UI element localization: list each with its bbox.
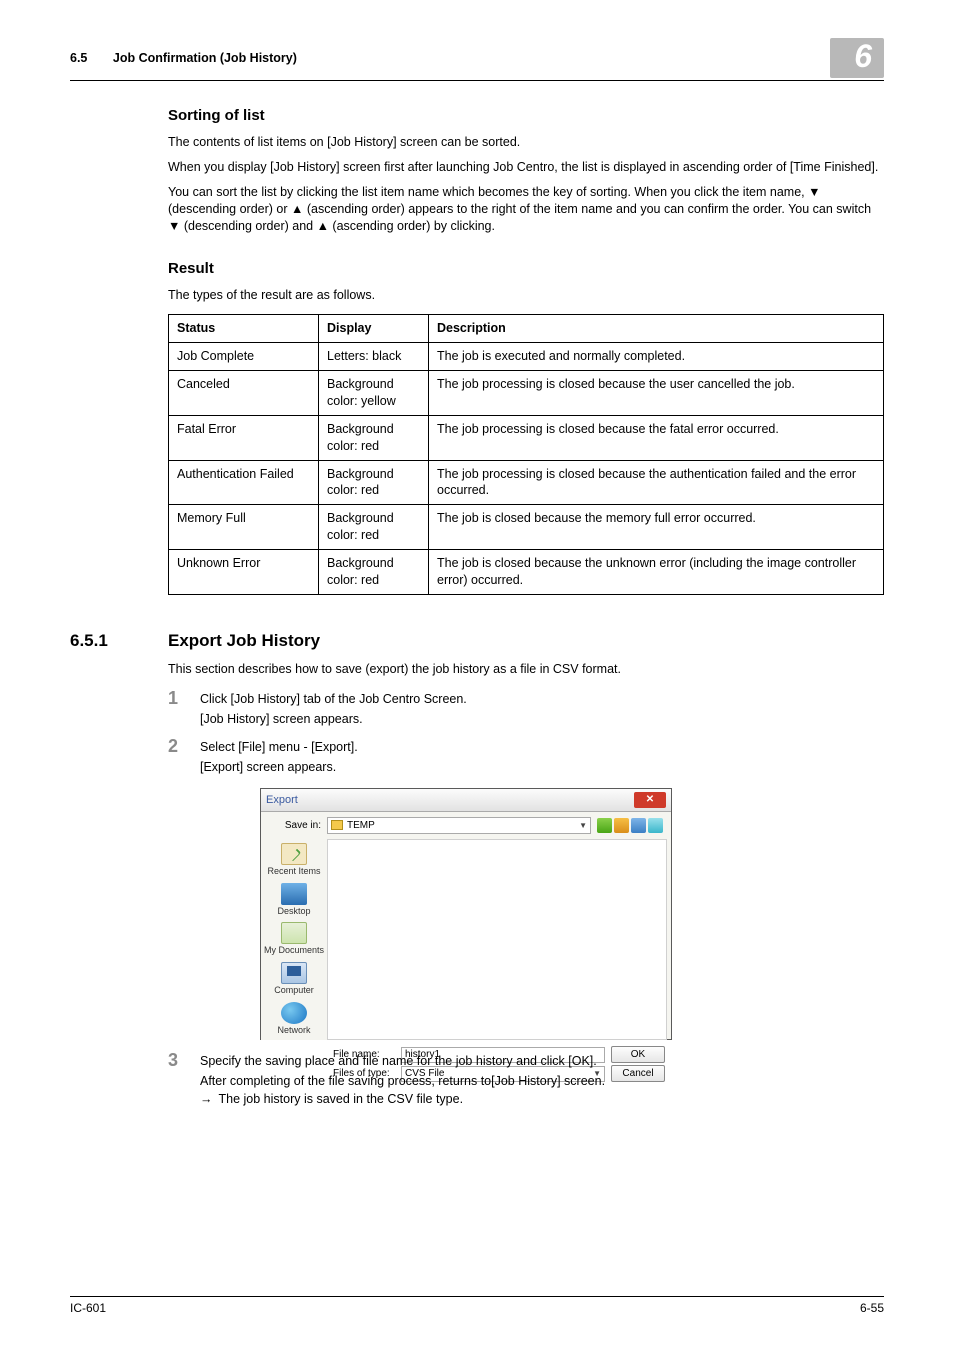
sidebar-label-network: Network [277, 1025, 310, 1035]
col-description: Description [429, 315, 884, 343]
cell-description: The job processing is closed because the… [429, 415, 884, 460]
dialog-sidebar: Recent Items Desktop My Documents [261, 839, 327, 1040]
chapter-badge: 6 [830, 38, 884, 78]
list-view-icon[interactable] [631, 818, 646, 833]
cell-status: Job Complete [169, 343, 319, 371]
cell-description: The job is executed and normally complet… [429, 343, 884, 371]
cell-status: Unknown Error [169, 550, 319, 595]
cell-status: Canceled [169, 371, 319, 416]
cell-status: Fatal Error [169, 415, 319, 460]
save-in-value: TEMP [347, 820, 375, 831]
cell-status: Memory Full [169, 505, 319, 550]
header-left: 6.5 Job Confirmation (Job History) [70, 51, 297, 65]
sorting-para-3: You can sort the list by clicking the li… [168, 184, 884, 235]
file-list-area[interactable] [327, 839, 667, 1040]
cell-description: The job processing is closed because the… [429, 371, 884, 416]
folder-icon [331, 820, 343, 830]
export-steps: Click [Job History] tab of the Job Centr… [168, 692, 884, 1106]
table-row: Unknown Error Background color: red The … [169, 550, 884, 595]
dialog-save-in-row: Save in: TEMP ▼ [261, 812, 671, 839]
cell-display: Background color: yellow [319, 371, 429, 416]
network-icon [281, 1002, 307, 1024]
computer-icon [281, 962, 307, 984]
cell-description: The job processing is closed because the… [429, 460, 884, 505]
export-dialog: Export ✕ Save in: TEMP ▼ [260, 788, 672, 1040]
table-row: Memory Full Background color: red The jo… [169, 505, 884, 550]
step-3-text: Specify the saving place and file name f… [200, 1054, 597, 1068]
recent-icon [281, 843, 307, 865]
sorting-heading: Sorting of list [168, 107, 884, 124]
step-3: Specify the saving place and file name f… [168, 1054, 884, 1106]
dialog-titlebar: Export ✕ [261, 789, 671, 812]
dialog-title: Export [266, 794, 298, 806]
page-footer: IC-601 6-55 [70, 1296, 884, 1315]
sorting-para-1: The contents of list items on [Job Histo… [168, 134, 884, 151]
export-intro: This section describes how to save (expo… [168, 661, 884, 678]
page-header: 6.5 Job Confirmation (Job History) 6 [70, 38, 884, 81]
footer-right: 6-55 [860, 1301, 884, 1315]
table-row: Job Complete Letters: black The job is e… [169, 343, 884, 371]
sidebar-item-docs[interactable]: My Documents [264, 922, 324, 956]
sidebar-label-computer: Computer [274, 985, 314, 995]
cell-description: The job is closed because the memory ful… [429, 505, 884, 550]
step-2-sub: [Export] screen appears. [200, 760, 884, 774]
sidebar-item-recent[interactable]: Recent Items [267, 843, 320, 877]
result-intro: The types of the result are as follows. [168, 287, 884, 304]
save-in-combo[interactable]: TEMP ▼ [327, 817, 591, 834]
dialog-toolbar-icons [597, 818, 663, 833]
cell-display: Background color: red [319, 550, 429, 595]
export-section-header: 6.5.1 Export Job History [70, 631, 884, 651]
sorting-para-2: When you display [Job History] screen fi… [168, 159, 884, 176]
new-folder-icon[interactable] [614, 818, 629, 833]
col-display: Display [319, 315, 429, 343]
cell-display: Background color: red [319, 415, 429, 460]
sidebar-item-desktop[interactable]: Desktop [277, 883, 310, 917]
sidebar-label-recent: Recent Items [267, 866, 320, 876]
export-section-title: Export Job History [168, 631, 320, 651]
cell-description: The job is closed because the unknown er… [429, 550, 884, 595]
table-header-row: Status Display Description [169, 315, 884, 343]
documents-icon [281, 922, 307, 944]
cell-status: Authentication Failed [169, 460, 319, 505]
sidebar-label-docs: My Documents [264, 945, 324, 955]
sidebar-item-computer[interactable]: Computer [274, 962, 314, 996]
header-section-number: 6.5 [70, 51, 87, 65]
up-icon[interactable] [597, 818, 612, 833]
table-row: Authentication Failed Background color: … [169, 460, 884, 505]
chevron-down-icon: ▼ [579, 821, 587, 830]
step-1-sub: [Job History] screen appears. [200, 712, 884, 726]
step-1-text: Click [Job History] tab of the Job Centr… [200, 692, 467, 706]
desktop-icon [281, 883, 307, 905]
header-section-title: Job Confirmation (Job History) [113, 51, 297, 65]
col-status: Status [169, 315, 319, 343]
table-row: Fatal Error Background color: red The jo… [169, 415, 884, 460]
cell-display: Letters: black [319, 343, 429, 371]
save-in-label: Save in: [269, 820, 321, 831]
step-2: Select [File] menu - [Export]. [Export] … [168, 740, 884, 1040]
close-icon[interactable]: ✕ [634, 792, 666, 808]
sidebar-label-desktop: Desktop [277, 906, 310, 916]
table-row: Canceled Background color: yellow The jo… [169, 371, 884, 416]
step-1: Click [Job History] tab of the Job Centr… [168, 692, 884, 726]
cell-display: Background color: red [319, 460, 429, 505]
sidebar-item-network[interactable]: Network [277, 1002, 310, 1036]
export-section-number: 6.5.1 [70, 631, 168, 651]
cell-display: Background color: red [319, 505, 429, 550]
footer-left: IC-601 [70, 1301, 106, 1315]
step-3-bullet: The job history is saved in the CSV file… [200, 1092, 884, 1106]
dialog-main: Recent Items Desktop My Documents [261, 839, 671, 1040]
result-table: Status Display Description Job Complete … [168, 314, 884, 595]
step-3-sub: After completing of the file saving proc… [200, 1074, 884, 1088]
details-view-icon[interactable] [648, 818, 663, 833]
step-2-text: Select [File] menu - [Export]. [200, 740, 358, 754]
result-heading: Result [168, 260, 884, 277]
